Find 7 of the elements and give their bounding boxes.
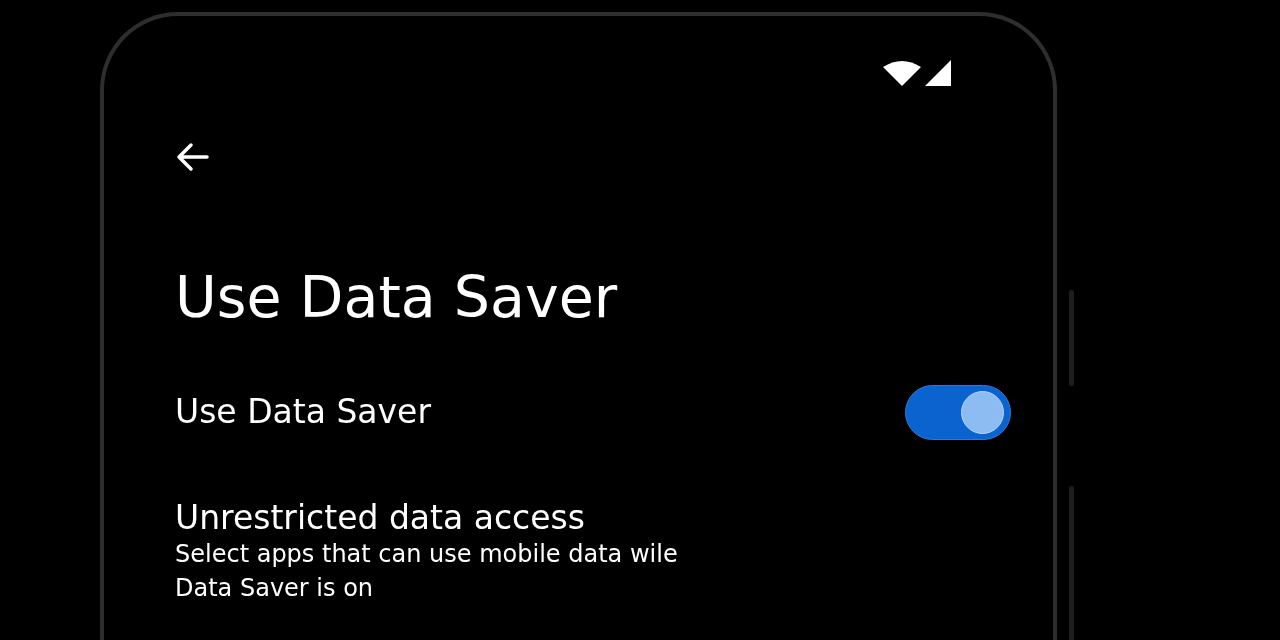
setting-title[interactable]: Unrestricted data access <box>175 497 1011 538</box>
signal-icon <box>925 60 951 86</box>
wifi-icon <box>883 60 921 86</box>
page-title: Use Data Saver <box>175 266 619 329</box>
back-arrow-icon[interactable] <box>175 142 209 172</box>
setting-summary: Select apps that can use mobile data wile Data Saver is on <box>175 539 679 605</box>
setting-label: Use Data Saver <box>175 392 431 432</box>
